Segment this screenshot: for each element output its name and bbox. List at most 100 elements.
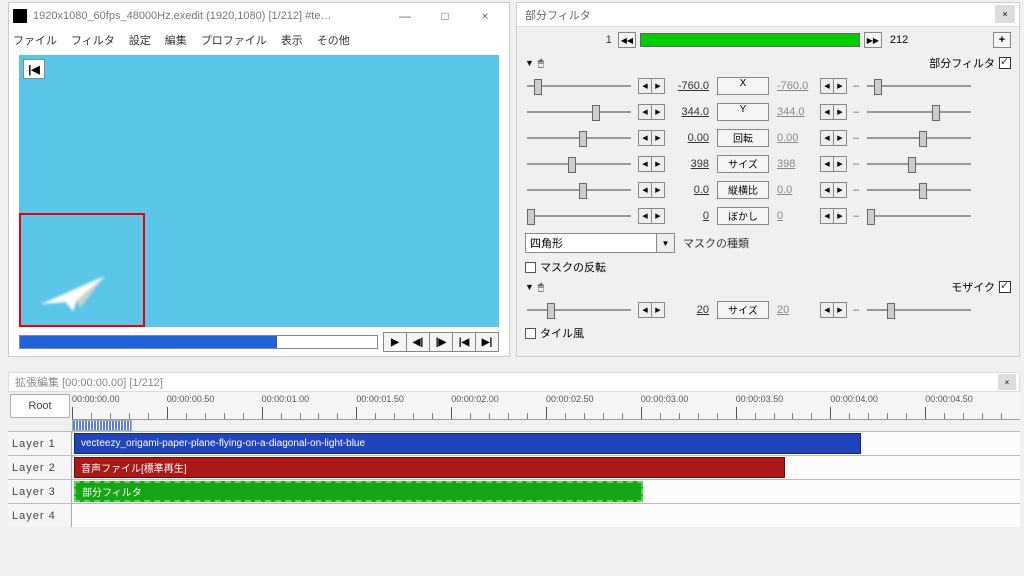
spin-left-icon[interactable]: ◀	[820, 208, 834, 224]
param-slider-left[interactable]	[525, 103, 633, 121]
preview-canvas[interactable]: |◀	[19, 55, 499, 327]
frame-prev-button[interactable]: ◀◀	[618, 32, 636, 48]
menu-other[interactable]: その他	[317, 32, 350, 48]
param-slider-right[interactable]	[865, 207, 973, 225]
menu-file[interactable]: ファイル	[13, 32, 57, 48]
spin-right-icon[interactable]: ▶	[651, 302, 665, 318]
minimize-button[interactable]: —	[385, 5, 425, 27]
param-label-button[interactable]: X	[717, 77, 769, 95]
timeline-ruler[interactable]: 00:00:00.0000:00:00.5000:00:01.0000:00:0…	[72, 392, 1020, 420]
spin-left-icon[interactable]: ◀	[820, 104, 834, 120]
param-label-button[interactable]: サイズ	[717, 301, 769, 319]
spin-right-icon[interactable]: ▶	[651, 156, 665, 172]
last-frame-button[interactable]: ▶|	[475, 332, 499, 352]
param-slider-right[interactable]	[865, 77, 973, 95]
spin-left-icon[interactable]: ◀	[820, 156, 834, 172]
spin-left-icon[interactable]: ◀	[638, 78, 652, 94]
param-slider-left[interactable]	[525, 301, 633, 319]
param-value-1[interactable]: 398	[671, 158, 711, 170]
spin-left-icon[interactable]: ◀	[638, 182, 652, 198]
param-label-button[interactable]: ぼかし	[717, 207, 769, 225]
audio-clip[interactable]: 音声ファイル[標準再生]	[74, 457, 785, 478]
param-label-button[interactable]: 縦横比	[717, 181, 769, 199]
layer-track[interactable]: 部分フィルタ	[72, 480, 1020, 503]
param-slider-left[interactable]	[525, 207, 633, 225]
spin-right-icon[interactable]: ▶	[833, 78, 847, 94]
scene-thumbnail-strip[interactable]	[72, 420, 132, 431]
param-label-button[interactable]: 回転	[717, 129, 769, 147]
play-button[interactable]: ▶	[383, 332, 407, 352]
spin-right-icon[interactable]: ▶	[833, 130, 847, 146]
close-button[interactable]: ×	[465, 5, 505, 27]
layer-label[interactable]: Layer 3	[8, 480, 72, 503]
param-label-button[interactable]: Y	[717, 103, 769, 121]
param-value-1[interactable]: 0	[671, 210, 711, 222]
param-value-1[interactable]: 0.00	[671, 132, 711, 144]
layer-label[interactable]: Layer 4	[8, 504, 72, 527]
param-value-2[interactable]: 0.00	[775, 132, 815, 144]
param-value-2[interactable]: 0	[775, 210, 815, 222]
spin-left-icon[interactable]: ◀	[638, 208, 652, 224]
spin-left-icon[interactable]: ◀	[820, 182, 834, 198]
frame-progress-bar[interactable]	[640, 33, 860, 47]
tile-row[interactable]: タイル風	[517, 323, 1019, 343]
first-frame-button[interactable]: |◀	[452, 332, 476, 352]
mask-invert-checkbox[interactable]	[525, 262, 536, 273]
param-value-1[interactable]: -760.0	[671, 80, 711, 92]
section-region-filter[interactable]: ▼ 🖱 部分フィルタ	[517, 53, 1019, 73]
mask-type-select[interactable]: 四角形 ▼	[525, 233, 675, 253]
spin-left-icon[interactable]: ◀	[638, 302, 652, 318]
video-clip[interactable]: vecteezy_origami-paper-plane-flying-on-a…	[74, 433, 861, 454]
filter-panel-close-icon[interactable]: ×	[995, 5, 1015, 23]
param-value-1[interactable]: 0.0	[671, 184, 711, 196]
menu-view[interactable]: 表示	[281, 32, 303, 48]
param-slider-right[interactable]	[865, 103, 973, 121]
spin-left-icon[interactable]: ◀	[638, 104, 652, 120]
param-slider-left[interactable]	[525, 77, 633, 95]
param-value-2[interactable]: 20	[775, 304, 815, 316]
spin-right-icon[interactable]: ▶	[833, 182, 847, 198]
param-slider-right[interactable]	[865, 129, 973, 147]
frame-next-button[interactable]: ▶▶	[864, 32, 882, 48]
param-slider-left[interactable]	[525, 181, 633, 199]
layer-track[interactable]	[72, 504, 1020, 527]
layer-track[interactable]: vecteezy_origami-paper-plane-flying-on-a…	[72, 432, 1020, 455]
param-slider-right[interactable]	[865, 301, 973, 319]
spin-right-icon[interactable]: ▶	[833, 302, 847, 318]
param-slider-left[interactable]	[525, 155, 633, 173]
menu-profile[interactable]: プロファイル	[201, 32, 267, 48]
param-value-2[interactable]: 0.0	[775, 184, 815, 196]
spin-right-icon[interactable]: ▶	[833, 104, 847, 120]
spin-right-icon[interactable]: ▶	[651, 104, 665, 120]
section-enable-checkbox[interactable]	[999, 281, 1011, 293]
section-mosaic[interactable]: ▼ 🖱 モザイク	[517, 277, 1019, 297]
section-enable-checkbox[interactable]	[999, 57, 1011, 69]
tile-checkbox[interactable]	[525, 328, 536, 339]
layer-label[interactable]: Layer 2	[8, 456, 72, 479]
spin-right-icon[interactable]: ▶	[833, 208, 847, 224]
param-value-1[interactable]: 344.0	[671, 106, 711, 118]
param-value-2[interactable]: -760.0	[775, 80, 815, 92]
add-filter-button[interactable]: +	[993, 32, 1011, 48]
layer-label[interactable]: Layer 1	[8, 432, 72, 455]
maximize-button[interactable]: □	[425, 5, 465, 27]
progress-bar[interactable]	[19, 335, 378, 349]
timeline-close-icon[interactable]: ×	[998, 374, 1016, 390]
spin-left-icon[interactable]: ◀	[638, 156, 652, 172]
param-value-1[interactable]: 20	[671, 304, 711, 316]
spin-left-icon[interactable]: ◀	[820, 78, 834, 94]
spin-right-icon[interactable]: ▶	[651, 182, 665, 198]
spin-left-icon[interactable]: ◀	[638, 130, 652, 146]
spin-right-icon[interactable]: ▶	[833, 156, 847, 172]
param-slider-left[interactable]	[525, 129, 633, 147]
param-label-button[interactable]: サイズ	[717, 155, 769, 173]
layer-track[interactable]: 音声ファイル[標準再生]	[72, 456, 1020, 479]
param-value-2[interactable]: 344.0	[775, 106, 815, 118]
seek-start-button[interactable]: |◀	[23, 59, 45, 79]
menu-filter[interactable]: フィルタ	[71, 32, 115, 48]
menu-settings[interactable]: 設定	[129, 32, 151, 48]
spin-right-icon[interactable]: ▶	[651, 130, 665, 146]
spin-right-icon[interactable]: ▶	[651, 208, 665, 224]
spin-left-icon[interactable]: ◀	[820, 302, 834, 318]
preview-titlebar[interactable]: 1920x1080_60fps_48000Hz.exedit (1920,108…	[9, 3, 509, 29]
